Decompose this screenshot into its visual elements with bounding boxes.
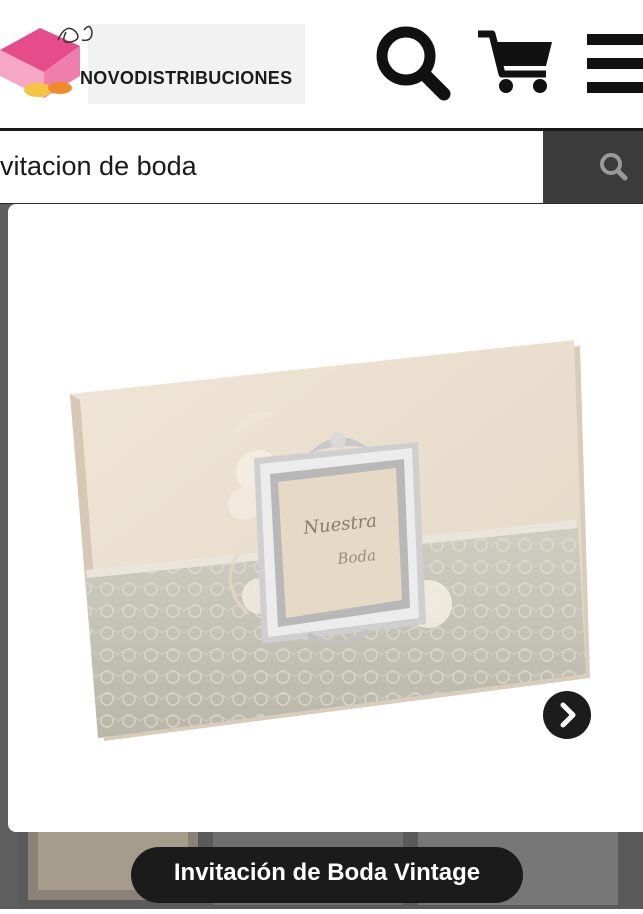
image-lightbox: Nuestra Boda	[8, 204, 643, 832]
search-icon	[600, 153, 628, 181]
header-cart-button[interactable]	[476, 28, 556, 98]
cart-icon	[478, 30, 552, 93]
site-logo[interactable]: NOVODISTRIBUCIONES	[0, 20, 305, 104]
header-menu-button[interactable]	[585, 30, 643, 96]
search-submit-button[interactable]	[543, 131, 643, 203]
logo-text: NOVODISTRIBUCIONES	[80, 68, 293, 88]
lightbox-next-button[interactable]	[536, 684, 598, 746]
gift-box-logo-icon	[0, 24, 305, 104]
header-search-button[interactable]	[372, 22, 454, 104]
chevron-right-icon	[538, 686, 596, 744]
search-bar	[0, 131, 643, 205]
site-header: NOVODISTRIBUCIONES	[0, 0, 643, 128]
hamburger-menu-icon	[587, 34, 643, 93]
lightbox-caption: Invitación de Boda Vintage	[131, 847, 523, 903]
search-icon	[376, 26, 451, 101]
search-input[interactable]	[0, 131, 540, 201]
